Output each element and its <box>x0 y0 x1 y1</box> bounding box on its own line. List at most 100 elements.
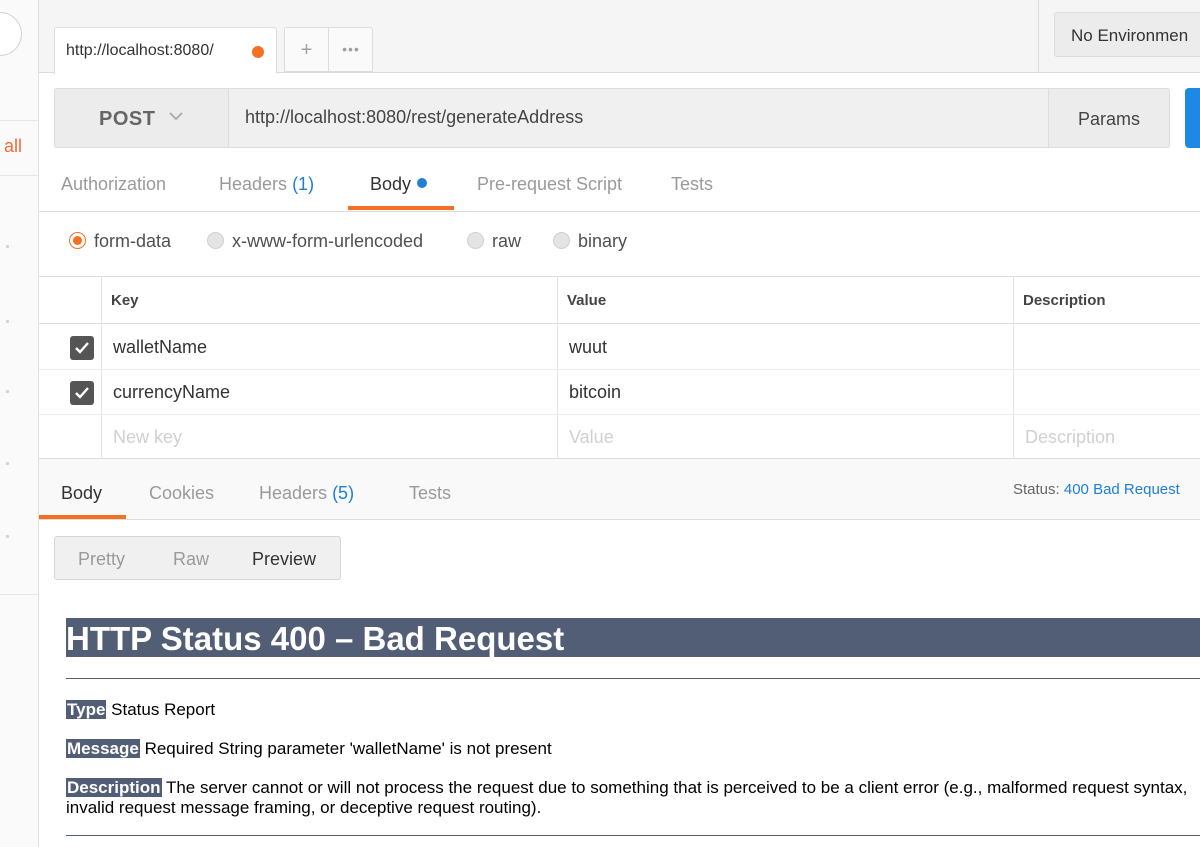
new-tab-button[interactable]: + <box>285 28 329 72</box>
radio-raw-label: raw <box>492 231 522 251</box>
horizontal-rule <box>66 835 1200 836</box>
sidebar-search-circle[interactable] <box>0 12 22 56</box>
active-tab-indicator <box>348 206 454 210</box>
sidebar-item-marker <box>6 390 9 393</box>
new-key-input[interactable]: New key <box>113 427 182 448</box>
chevron-down-icon <box>169 112 183 121</box>
new-description-input[interactable]: Description <box>1025 427 1115 448</box>
column-header-key: Key <box>111 292 139 309</box>
horizontal-rule <box>66 678 1200 679</box>
response-tab-body[interactable]: Body <box>61 483 102 504</box>
view-raw-button[interactable]: Raw <box>173 549 209 570</box>
row-checkbox[interactable] <box>70 336 94 360</box>
description-line: Description The server cannot or will no… <box>66 778 1200 818</box>
radio-unchecked-icon <box>467 232 484 249</box>
response-tab-headers[interactable]: Headers (5) <box>259 483 354 504</box>
headers-count: (1) <box>292 174 315 194</box>
environment-select[interactable]: No Environmen <box>1054 12 1200 57</box>
params-button[interactable]: Params <box>1048 88 1170 148</box>
message-line: Message Required String parameter 'walle… <box>66 739 552 759</box>
radio-checked-icon <box>69 232 86 249</box>
column-header-value: Value <box>567 292 607 309</box>
description-label: Description <box>66 778 162 797</box>
environment-label: No Environmen <box>1071 26 1189 45</box>
check-icon <box>75 342 89 354</box>
sidebar-item-marker <box>6 320 9 323</box>
tab-body-label: Body <box>370 174 412 194</box>
type-value: Status Report <box>111 700 216 719</box>
check-icon <box>75 387 89 399</box>
message-label: Message <box>66 739 140 758</box>
response-tabs: Body Cookies Headers (5) Tests Status: 4… <box>39 459 1200 520</box>
tab-headers-label: Headers <box>219 174 288 194</box>
radio-unchecked-icon <box>553 232 570 249</box>
sidebar-divider <box>0 120 38 121</box>
sidebar-item-marker <box>6 535 9 538</box>
column-header-description: Description <box>1023 292 1106 309</box>
request-tab[interactable]: http://localhost:8080/ <box>54 27 277 74</box>
send-button[interactable] <box>1185 88 1200 148</box>
body-type-radios: form-data x-www-form-urlencoded raw bina… <box>39 212 1200 276</box>
message-value: Required String parameter 'walletName' i… <box>144 739 552 758</box>
response-status: Status: 400 Bad Request <box>1013 481 1180 498</box>
active-response-tab-indicator <box>39 515 126 519</box>
sidebar-divider <box>0 175 38 176</box>
radio-urlencoded[interactable]: x-www-form-urlencoded <box>207 231 423 252</box>
url-input[interactable]: http://localhost:8080/rest/generateAddre… <box>228 88 1049 148</box>
tab-headers[interactable]: Headers (1) <box>219 174 314 195</box>
response-tab-cookies[interactable]: Cookies <box>149 483 214 504</box>
row-value[interactable]: bitcoin <box>569 382 621 403</box>
url-value: http://localhost:8080/rest/generateAddre… <box>245 107 584 127</box>
sidebar-item-marker <box>6 245 9 248</box>
sidebar: all <box>0 0 39 847</box>
type-label: Type <box>66 700 107 719</box>
unsaved-dot-icon <box>252 46 264 58</box>
sidebar-all-link[interactable]: all <box>4 136 22 157</box>
tab-authorization[interactable]: Authorization <box>61 174 166 195</box>
tab-tests[interactable]: Tests <box>671 174 713 195</box>
radio-raw[interactable]: raw <box>467 231 521 252</box>
form-data-table: Key Value Description walletName wuut cu… <box>39 276 1200 460</box>
description-value: The server cannot or will not process th… <box>66 778 1188 817</box>
row-key[interactable]: currencyName <box>113 382 230 403</box>
method-select[interactable]: POST <box>54 88 228 148</box>
table-header: Key Value Description <box>39 277 1200 324</box>
radio-binary[interactable]: binary <box>553 231 627 252</box>
view-preview-button[interactable]: Preview <box>252 549 316 570</box>
radio-form-data[interactable]: form-data <box>69 231 171 252</box>
tab-tools: + ••• <box>284 27 373 72</box>
sidebar-divider <box>0 594 38 595</box>
body-modified-dot-icon <box>417 178 428 188</box>
response-preview: HTTP Status 400 – Bad Request Type Statu… <box>39 581 1200 847</box>
tab-prerequest-script[interactable]: Pre-request Script <box>477 174 622 195</box>
row-value[interactable]: wuut <box>569 337 607 358</box>
environment-divider <box>1038 0 1039 73</box>
view-pretty-button[interactable]: Pretty <box>78 549 125 570</box>
new-value-input[interactable]: Value <box>569 427 614 448</box>
request-tab-bar: http://localhost:8080/ + ••• No Environm… <box>39 0 1200 74</box>
status-label: Status: <box>1013 481 1060 498</box>
type-line: Type Status Report <box>66 700 215 720</box>
view-mode-toggle: Pretty Raw Preview <box>54 536 341 580</box>
request-tabs: Authorization Headers (1) Body Pre-reque… <box>39 160 1200 212</box>
status-value[interactable]: 400 Bad Request <box>1064 481 1180 498</box>
request-tab-label: http://localhost:8080/ <box>66 42 214 59</box>
row-checkbox[interactable] <box>70 381 94 405</box>
row-key[interactable]: walletName <box>113 337 207 358</box>
radio-form-data-label: form-data <box>94 231 172 251</box>
method-label: POST <box>99 108 156 130</box>
more-tabs-button[interactable]: ••• <box>329 28 373 72</box>
tab-body[interactable]: Body <box>370 174 428 195</box>
table-row-new: New key Value Description <box>39 415 1200 460</box>
radio-binary-label: binary <box>578 231 628 251</box>
error-heading-bar: HTTP Status 400 – Bad Request <box>66 618 1200 657</box>
params-label: Params <box>1078 109 1141 129</box>
response-tab-tests[interactable]: Tests <box>409 483 451 504</box>
response-tab-headers-label: Headers <box>259 483 328 503</box>
radio-unchecked-icon <box>207 232 224 249</box>
sidebar-item-marker <box>6 462 9 465</box>
response-headers-count: (5) <box>332 483 355 503</box>
radio-urlencoded-label: x-www-form-urlencoded <box>232 231 424 251</box>
table-row: currencyName bitcoin <box>39 370 1200 415</box>
table-row: walletName wuut <box>39 325 1200 370</box>
